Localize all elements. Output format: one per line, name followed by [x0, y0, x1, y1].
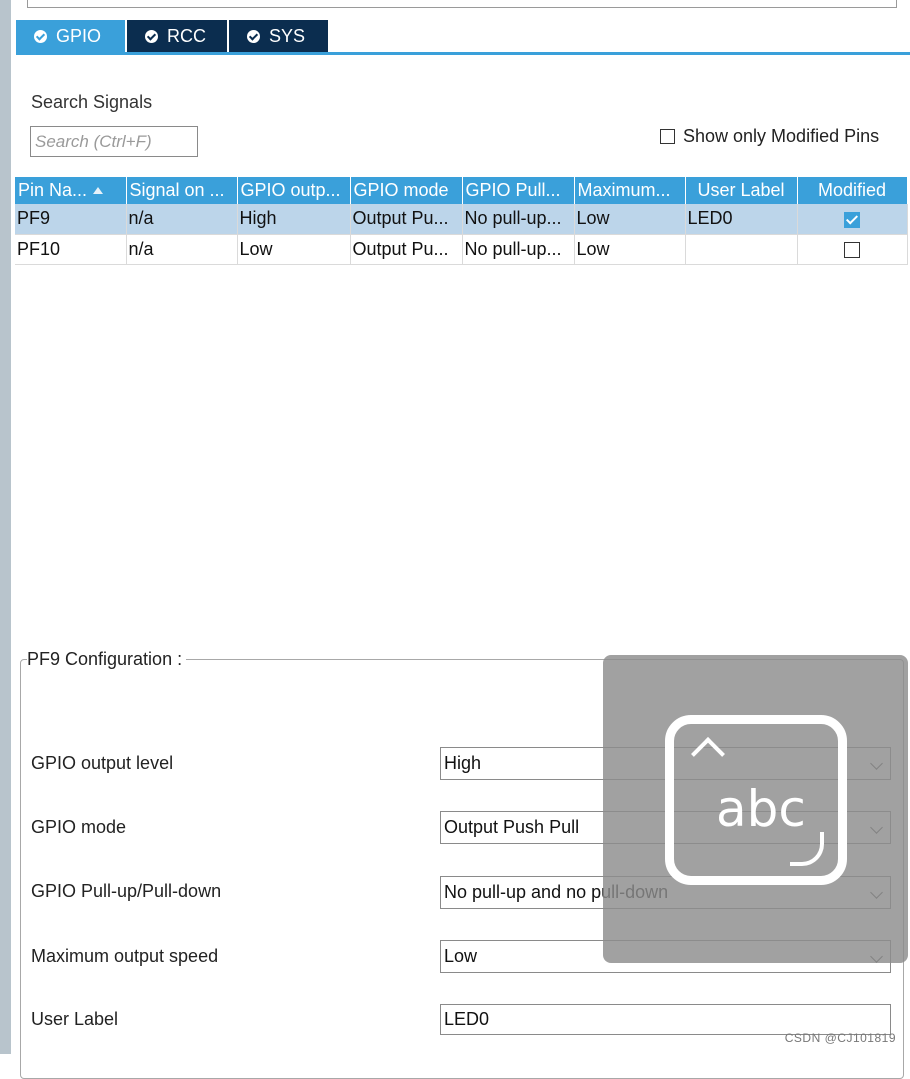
select-value: High — [444, 753, 482, 773]
search-signals-title: Search Signals — [31, 92, 153, 112]
left-panel-edge — [0, 0, 11, 1054]
user-label-label: User Label — [31, 1009, 119, 1029]
tab-rcc[interactable]: RCC — [125, 20, 227, 52]
tab-bar: GPIO RCC SYS — [16, 20, 328, 52]
watermark: CSDN @CJ101819 — [784, 1031, 896, 1045]
cell-mode: Output Pu... — [350, 204, 463, 235]
cell-mode: Output Pu... — [350, 234, 463, 265]
show-modified-pins-toggle[interactable]: Show only Modified Pins — [660, 126, 879, 147]
column-header-modified[interactable]: Modified — [797, 177, 908, 204]
check-circle-icon — [145, 29, 158, 43]
gpio-pull-label: GPIO Pull-up/Pull-down — [31, 881, 222, 901]
column-header-max-speed[interactable]: Maximum... — [574, 177, 686, 204]
pin-configuration-title: PF9 Configuration : — [27, 649, 187, 670]
search-input[interactable] — [30, 126, 198, 157]
pin-table: Pin Na... Signal on ... GPIO outp... GPI… — [15, 177, 908, 265]
cell-output: High — [237, 204, 351, 235]
column-header-signal[interactable]: Signal on ... — [126, 177, 238, 204]
max-output-speed-label: Maximum output speed — [31, 946, 219, 966]
keyboard-input-icon: abc — [665, 715, 847, 885]
tab-gpio[interactable]: GPIO — [16, 20, 125, 52]
cell-modified — [797, 204, 908, 235]
column-header-gpio-output[interactable]: GPIO outp... — [237, 177, 351, 204]
check-circle-icon — [34, 29, 47, 43]
cell-pin: PF9 — [15, 204, 127, 235]
cell-user-label — [685, 234, 798, 265]
column-header-gpio-pull[interactable]: GPIO Pull... — [462, 177, 575, 204]
modified-checkbox[interactable] — [844, 241, 860, 258]
cell-modified — [797, 234, 908, 265]
modified-checkbox[interactable] — [844, 211, 860, 228]
table-row[interactable]: PF9 n/a High Output Pu... No pull-up... … — [15, 204, 908, 235]
sort-ascending-icon — [93, 187, 104, 194]
cell-pull: No pull-up... — [462, 204, 575, 235]
cell-output: Low — [237, 234, 351, 265]
tab-underline — [16, 52, 910, 55]
cell-signal: n/a — [126, 204, 238, 235]
gpio-output-level-label: GPIO output level — [31, 753, 174, 773]
gpio-mode-label: GPIO mode — [31, 817, 127, 837]
show-modified-label: Show only Modified Pins — [683, 126, 880, 146]
tab-label: RCC — [167, 25, 206, 46]
tab-sys[interactable]: SYS — [227, 20, 328, 52]
table-header-row: Pin Na... Signal on ... GPIO outp... GPI… — [15, 177, 908, 204]
curve-icon — [790, 832, 824, 866]
column-header-pin-name[interactable]: Pin Na... — [15, 177, 127, 204]
cell-signal: n/a — [126, 234, 238, 265]
cell-speed: Low — [574, 234, 686, 265]
tab-label: GPIO — [56, 25, 102, 46]
cell-pull: No pull-up... — [462, 234, 575, 265]
column-header-label: Pin Na... — [18, 180, 88, 200]
top-field — [27, 0, 897, 8]
tab-label: SYS — [269, 25, 306, 46]
column-header-user-label[interactable]: User Label — [685, 177, 798, 204]
check-circle-icon — [247, 29, 260, 43]
show-modified-checkbox[interactable] — [660, 129, 675, 144]
table-row[interactable]: PF10 n/a Low Output Pu... No pull-up... … — [15, 234, 908, 265]
cell-pin: PF10 — [15, 234, 127, 265]
column-header-gpio-mode[interactable]: GPIO mode — [350, 177, 463, 204]
select-value: Low — [444, 946, 478, 966]
select-value: Output Push Pull — [444, 817, 580, 837]
cell-speed: Low — [574, 204, 686, 235]
cell-user-label: LED0 — [685, 204, 798, 235]
caret-up-icon — [691, 737, 725, 771]
keyboard-input-overlay[interactable]: abc — [603, 655, 908, 963]
overlay-text: abc — [716, 780, 806, 838]
